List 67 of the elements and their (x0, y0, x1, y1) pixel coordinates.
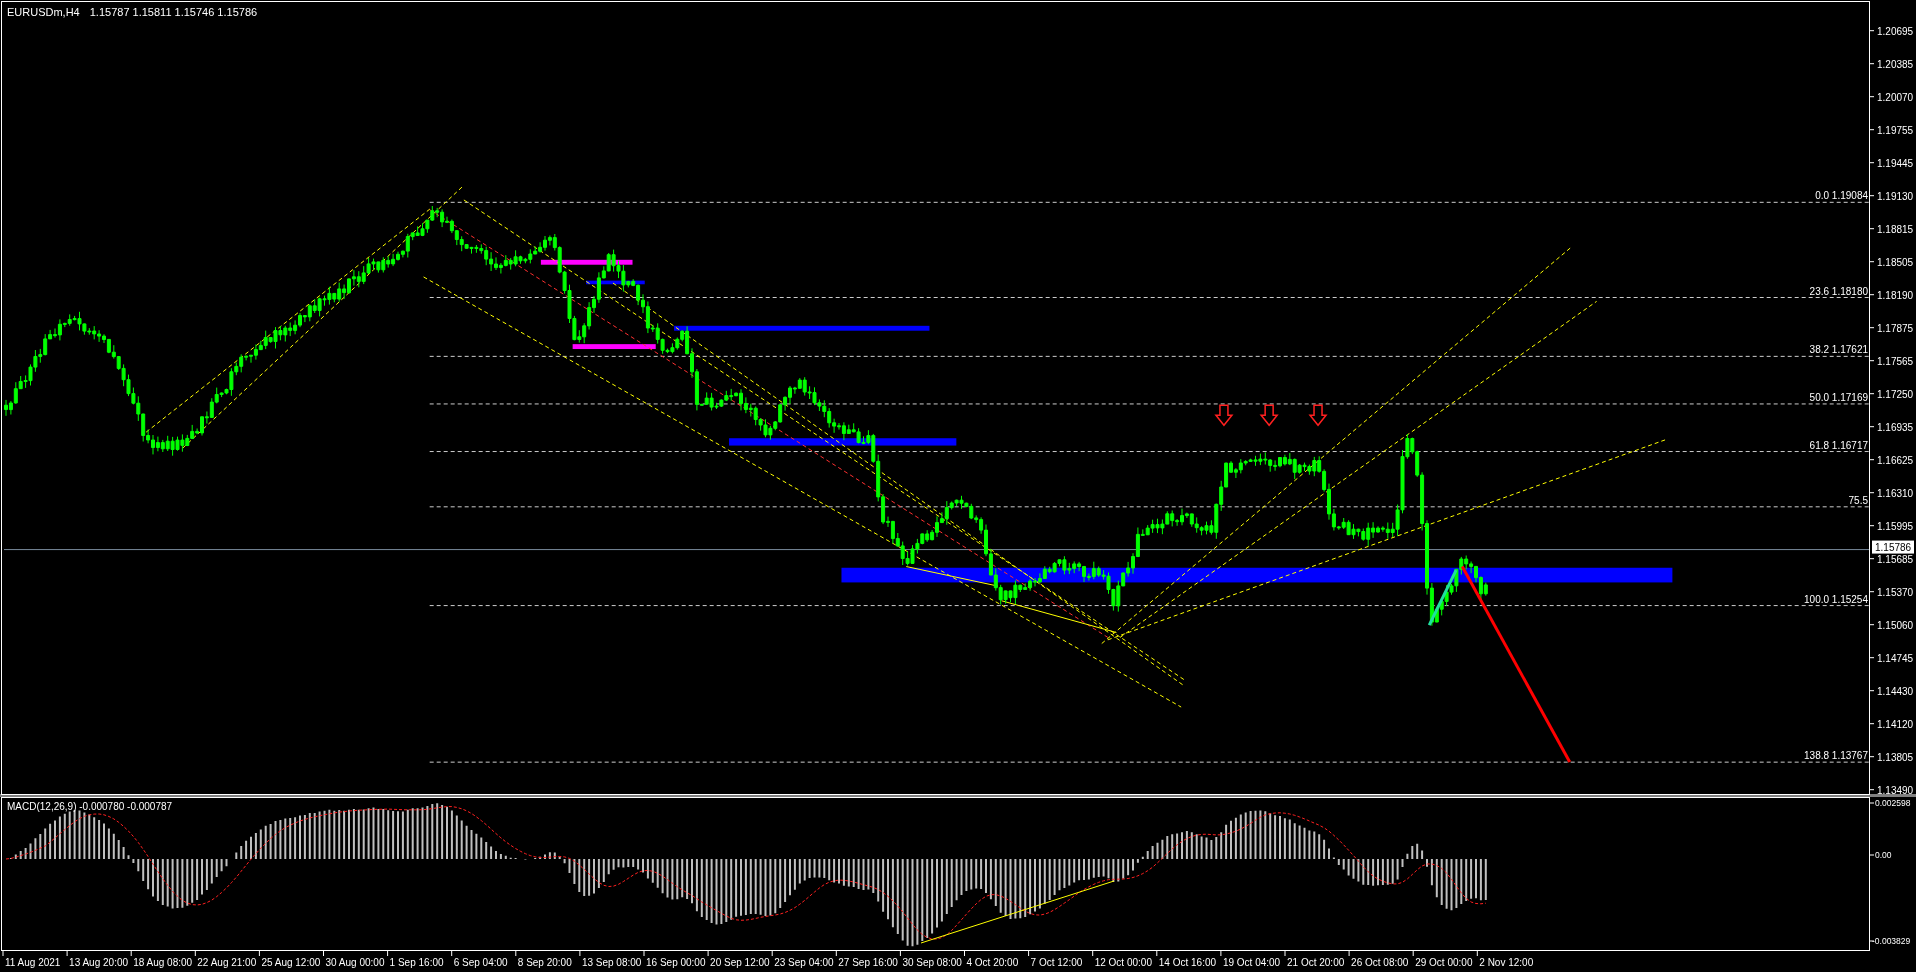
time-axis-label: 23 Sep 04:00 (774, 957, 834, 968)
time-axis-label: 12 Oct 00:00 (1094, 957, 1152, 968)
time-axis-label: 14 Oct 16:00 (1158, 957, 1217, 968)
time-axis-label: 26 Oct 08:00 (1351, 957, 1409, 968)
trend-line (1427, 569, 1458, 626)
time-axis-label: 29 Oct 00:00 (1415, 957, 1473, 968)
time-axis-label: 22 Aug 21:00 (197, 957, 257, 968)
price-axis-label: 1.17875 (1877, 322, 1914, 334)
fibonacci-level-label: 23.6 1.18180 (1809, 285, 1868, 297)
time-axis-label: 20 Sep 12:00 (710, 957, 770, 968)
price-axis-label: 1.19755 (1877, 124, 1914, 136)
time-axis-label: 8 Sep 20:00 (517, 957, 572, 968)
symbol-label: EURUSDm,H4 (7, 7, 80, 18)
macd-axis-label: 0.002598 (1875, 798, 1911, 808)
fibonacci-level-label: 50.0 1.17169 (1809, 391, 1868, 403)
time-axis-label: 16 Sep 00:00 (646, 957, 706, 968)
macd-indicator-label: MACD(12,26,9) -0.000780 -0.000787 (7, 802, 173, 812)
price-axis-label: 1.14120 (1877, 718, 1914, 730)
price-axis-label: 1.18190 (1877, 289, 1914, 301)
price-axis-label: 1.15060 (1877, 619, 1914, 631)
fibonacci-level-label: 138.8 1.13767 (1804, 750, 1868, 762)
time-axis-label: 4 Oct 20:00 (966, 957, 1019, 968)
fibonacci-level-label: 100.0 1.15254 (1804, 593, 1868, 605)
macd-axis-label: -0.003829 (1872, 936, 1911, 946)
price-axis-label: 1.18815 (1877, 223, 1914, 235)
time-axis-label: 13 Sep 08:00 (581, 957, 642, 968)
time-axis-label: 13 Aug 20:00 (69, 957, 129, 968)
time-axis-label: 30 Aug 00:00 (325, 957, 385, 968)
price-axis-label: 1.19445 (1877, 157, 1914, 169)
price-axis-label: 1.14745 (1877, 652, 1914, 664)
time-axis-label: 1 Sep 16:00 (389, 957, 444, 968)
price-axis-label: 1.19130 (1877, 190, 1914, 202)
price-axis-label: 1.14430 (1877, 685, 1914, 697)
price-axis-label: 1.20385 (1877, 58, 1914, 70)
down-arrow-icon (1308, 404, 1328, 427)
price-axis-label: 1.18505 (1877, 256, 1914, 268)
time-axis-label: 25 Aug 12:00 (261, 957, 321, 968)
price-axis-label: 1.16310 (1877, 487, 1914, 499)
macd-axis-label: 0.00 (1875, 850, 1892, 860)
price-axis-label: 1.17250 (1877, 388, 1914, 400)
time-axis-label: 18 Aug 08:00 (133, 957, 193, 968)
time-axis-label: 11 Aug 2021 (5, 957, 61, 968)
price-axis-label: 1.13805 (1877, 751, 1914, 763)
price-axis-label: 1.20070 (1877, 91, 1914, 103)
time-axis-label: 27 Sep 16:00 (838, 957, 898, 968)
time-axis-label: 6 Sep 04:00 (453, 957, 508, 968)
fibonacci-level-label: 38.2 1.17621 (1809, 344, 1868, 356)
price-axis-label: 1.16625 (1877, 454, 1914, 466)
price-axis-label: 1.15995 (1877, 520, 1914, 532)
price-axis-label: 1.17565 (1877, 355, 1914, 367)
current-price-label: 1.15786 (1872, 540, 1915, 554)
time-axis-label: 2 Nov 12:00 (1479, 957, 1534, 968)
time-axis-label: 30 Sep 08:00 (902, 957, 962, 968)
price-axis-label: 1.16935 (1877, 421, 1914, 433)
time-axis-label: 19 Oct 04:00 (1222, 957, 1281, 968)
price-axis-label: 1.20695 (1877, 25, 1914, 37)
price-axis-label: 1.13490 (1877, 784, 1914, 794)
price-axis-label: 1.15685 (1877, 553, 1914, 565)
down-arrow-icon (1214, 404, 1234, 427)
fibonacci-level-label: 0.0 1.19084 (1815, 190, 1868, 202)
time-axis-label: 21 Oct 20:00 (1287, 957, 1345, 968)
down-arrow-icon (1259, 404, 1279, 427)
time-axis-label: 7 Oct 12:00 (1030, 957, 1083, 968)
fibonacci-level-label: 61.8 1.16717 (1809, 439, 1868, 451)
ohlc-values: 1.15787 1.15811 1.15746 1.15786 (89, 7, 258, 18)
fibonacci-level-label: 75.5 (1848, 494, 1868, 506)
price-axis-label: 1.15370 (1877, 586, 1914, 598)
